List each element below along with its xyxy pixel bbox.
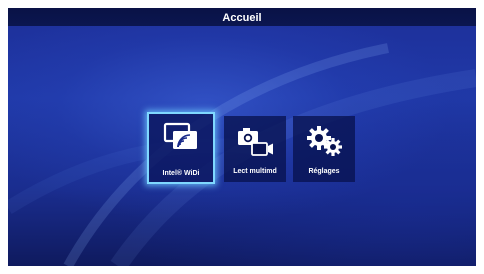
page-title: Accueil xyxy=(222,12,262,24)
menu-tile-intel-widi[interactable]: Intel® WiDi xyxy=(147,112,215,184)
menu-tile-label: Intel® WiDi xyxy=(162,170,200,177)
menu-tile-multimedia[interactable]: Lect multimd xyxy=(224,116,286,182)
home-screen: Accueil Intel® WiDi Lect multimd Réglage… xyxy=(8,8,476,266)
title-bar: Accueil xyxy=(8,8,476,26)
widi-icon xyxy=(149,120,213,154)
menu-tile-label: Lect multimd xyxy=(233,168,277,175)
menu-tile-label: Réglages xyxy=(308,168,340,175)
multimedia-icon xyxy=(224,124,286,158)
settings-gears-icon xyxy=(293,124,355,158)
menu-tile-settings[interactable]: Réglages xyxy=(293,116,355,182)
